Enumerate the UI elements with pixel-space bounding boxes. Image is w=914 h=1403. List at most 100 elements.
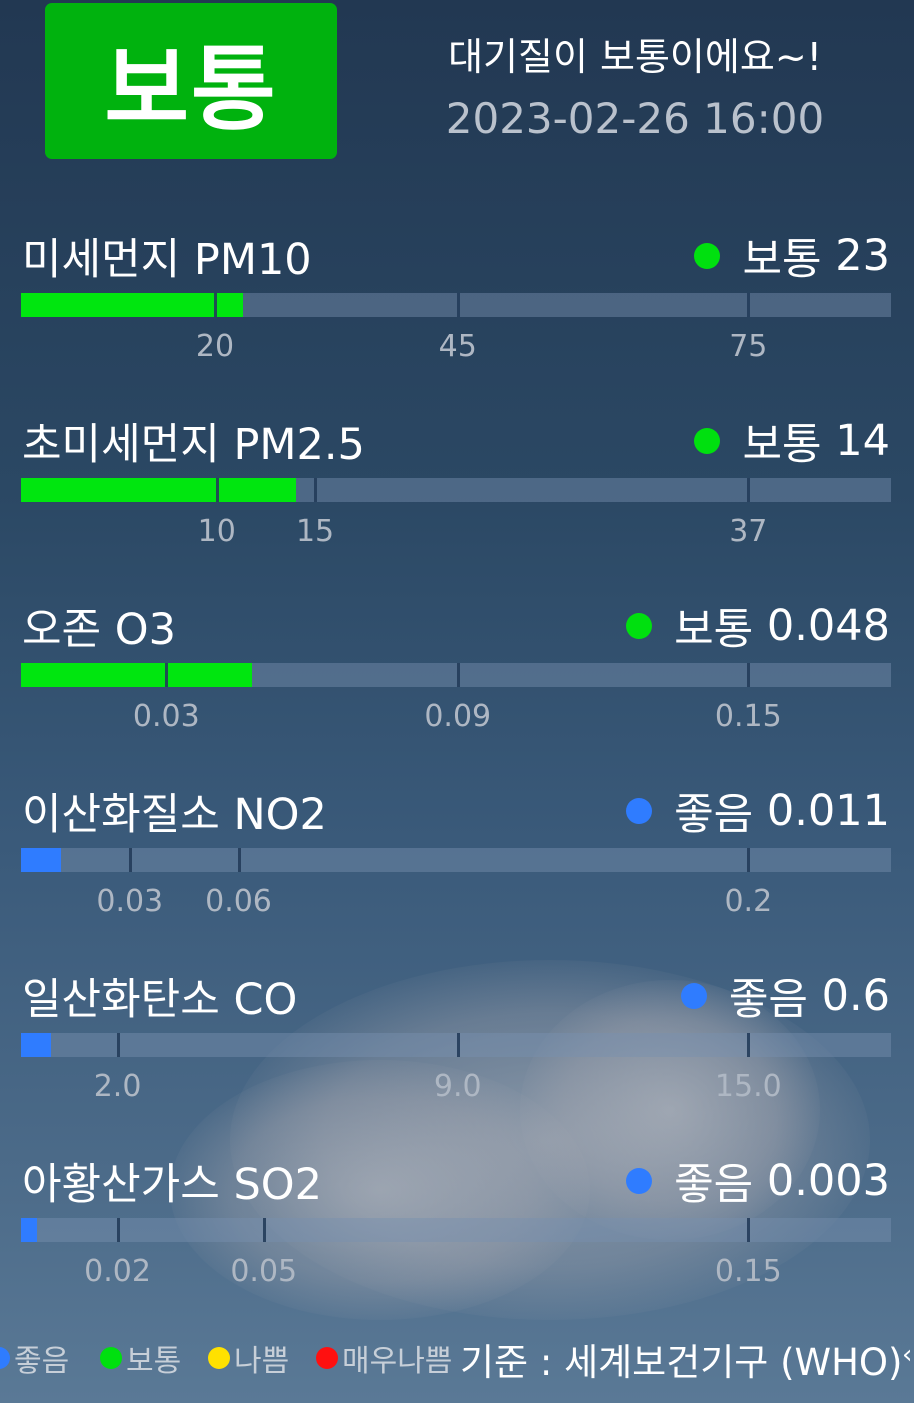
bar-threshold-divider xyxy=(165,663,169,687)
legend-dot-icon xyxy=(100,1347,122,1369)
overall-status-badge: 보통 xyxy=(45,3,337,159)
bar-threshold-divider xyxy=(116,1033,120,1057)
bar-threshold-divider xyxy=(237,848,241,872)
pollutant-row: 아황산가스 SO2 좋음 0.003 0.02 0.05 0.15 xyxy=(0,1130,914,1315)
level-bar-fill xyxy=(21,1033,51,1057)
level-bar-fill xyxy=(21,663,253,687)
bar-threshold-divider xyxy=(747,1218,751,1242)
threshold-tick-label: 15.0 xyxy=(714,1069,782,1104)
overall-status-label: 보통 xyxy=(104,35,278,143)
level-bar xyxy=(21,478,891,502)
pollutant-status: 좋음 0.003 xyxy=(626,1150,890,1212)
legend-label: 나쁨 xyxy=(234,1344,290,1379)
pollutant-name: 이산화질소 NO2 xyxy=(22,790,327,840)
bar-threshold-divider xyxy=(215,478,219,502)
legend-standard: 기준 : 세계보건기구 (WHO) xyxy=(460,1341,903,1380)
level-bar xyxy=(21,1218,891,1242)
status-spacer xyxy=(753,1156,767,1206)
status-value: 0.6 xyxy=(821,971,890,1021)
status-dot-icon xyxy=(626,798,653,824)
status-value: 0.011 xyxy=(766,786,890,836)
status-spacer xyxy=(822,231,836,281)
status-label: 좋음 xyxy=(728,975,808,1025)
pollutant-row: 이산화질소 NO2 좋음 0.011 0.03 0.06 0.2 xyxy=(0,760,914,945)
headline: 대기질이 보통이에요~! xyxy=(448,35,822,79)
level-bar-fill xyxy=(21,1218,37,1242)
pollutant-name: 일산화탄소 CO xyxy=(22,975,298,1025)
threshold-tick-label: 0.15 xyxy=(714,699,782,734)
level-bar-fill xyxy=(21,478,296,502)
pollutant-status: 보통 0.048 xyxy=(626,595,890,657)
pollutant-status: 좋음 0.6 xyxy=(680,965,890,1027)
threshold-tick-label: 20 xyxy=(195,329,235,364)
status-dot-icon xyxy=(694,428,721,454)
level-bar xyxy=(21,663,891,687)
threshold-tick-label: 0.05 xyxy=(230,1254,298,1289)
status-value: 0.048 xyxy=(766,601,890,651)
pollutant-name: 미세먼지 PM10 xyxy=(22,235,312,285)
bar-threshold-divider xyxy=(128,848,132,872)
threshold-tick-label: 0.15 xyxy=(714,1254,782,1289)
pollutant-row: 미세먼지 PM10 보통 23 20 45 75 xyxy=(0,205,914,390)
threshold-tick-label: 37 xyxy=(729,514,768,549)
status-spacer xyxy=(753,601,767,651)
status-label: 보통 xyxy=(674,605,754,655)
bar-threshold-divider xyxy=(456,1033,460,1057)
status-spacer xyxy=(822,416,836,466)
bar-threshold-divider xyxy=(456,293,460,317)
status-dot-icon xyxy=(694,243,721,269)
status-label: 보통 xyxy=(742,235,822,285)
legend-item-very-bad: 매우나쁨 xyxy=(316,1336,452,1380)
bar-threshold-divider xyxy=(747,478,751,502)
threshold-tick-label: 0.2 xyxy=(724,884,773,919)
pollutant-row: 일산화탄소 CO 좋음 0.6 2.0 9.0 15.0 xyxy=(0,945,914,1130)
header: 보통 대기질이 보통이에요~! 2023-02-26 16:00 xyxy=(0,0,914,175)
legend-item-bad: 나쁨 xyxy=(208,1336,289,1380)
bar-threshold-divider xyxy=(314,478,318,502)
status-label: 보통 xyxy=(742,420,822,470)
threshold-tick-label: 9.0 xyxy=(433,1069,482,1104)
threshold-tick-label: 0.09 xyxy=(424,699,492,734)
legend: 좋음 보통 나쁨 매우나쁨 기준 : 세계보건기구 (WHO) ‹ xyxy=(0,1330,914,1380)
bar-threshold-divider xyxy=(214,293,217,317)
pollutant-name: 아황산가스 SO2 xyxy=(22,1160,322,1210)
status-dot-icon xyxy=(626,613,653,639)
bar-threshold-divider xyxy=(456,663,460,687)
bar-threshold-divider xyxy=(747,663,751,687)
pollutant-name: 초미세먼지 PM2.5 xyxy=(22,420,365,470)
threshold-tick-label: 0.03 xyxy=(132,699,200,734)
threshold-tick-label: 15 xyxy=(295,514,335,549)
status-dot-icon xyxy=(680,983,707,1009)
level-bar-fill xyxy=(21,848,62,872)
status-spacer xyxy=(753,786,767,836)
pollutant-status: 보통 23 xyxy=(694,225,890,287)
legend-label: 보통 xyxy=(126,1344,182,1379)
threshold-tick-label: 0.02 xyxy=(84,1254,151,1289)
status-dot-icon xyxy=(626,1168,653,1194)
level-bar xyxy=(21,848,891,872)
bar-threshold-divider xyxy=(747,293,751,317)
pollutant-row: 초미세먼지 PM2.5 보통 14 10 15 37 xyxy=(0,390,914,575)
pollutant-status: 보통 14 xyxy=(694,410,890,472)
bar-threshold-divider xyxy=(262,1218,266,1242)
legend-item-normal: 보통 xyxy=(100,1336,181,1380)
pollutant-row: 오존 O3 보통 0.048 0.03 0.09 0.15 xyxy=(0,575,914,760)
legend-dot-icon xyxy=(316,1347,338,1369)
pollutant-name: 오존 O3 xyxy=(22,605,176,655)
status-value: 23 xyxy=(835,231,890,281)
status-value: 0.003 xyxy=(766,1156,890,1206)
bar-threshold-divider xyxy=(747,848,751,872)
threshold-tick-label: 45 xyxy=(438,329,477,364)
status-label: 좋음 xyxy=(674,790,754,840)
threshold-tick-label: 75 xyxy=(729,329,768,364)
measurement-datetime: 2023-02-26 16:00 xyxy=(445,94,825,143)
bar-threshold-divider xyxy=(747,1033,751,1057)
status-value: 14 xyxy=(835,416,890,466)
status-spacer xyxy=(808,971,822,1021)
bar-threshold-divider xyxy=(116,1218,120,1242)
legend-item-good: 좋음 xyxy=(0,1336,69,1380)
threshold-tick-label: 10 xyxy=(197,514,236,549)
threshold-tick-label: 0.03 xyxy=(96,884,164,919)
chevron-left-icon[interactable]: ‹ xyxy=(902,1340,912,1370)
threshold-tick-label: 2.0 xyxy=(93,1069,142,1104)
